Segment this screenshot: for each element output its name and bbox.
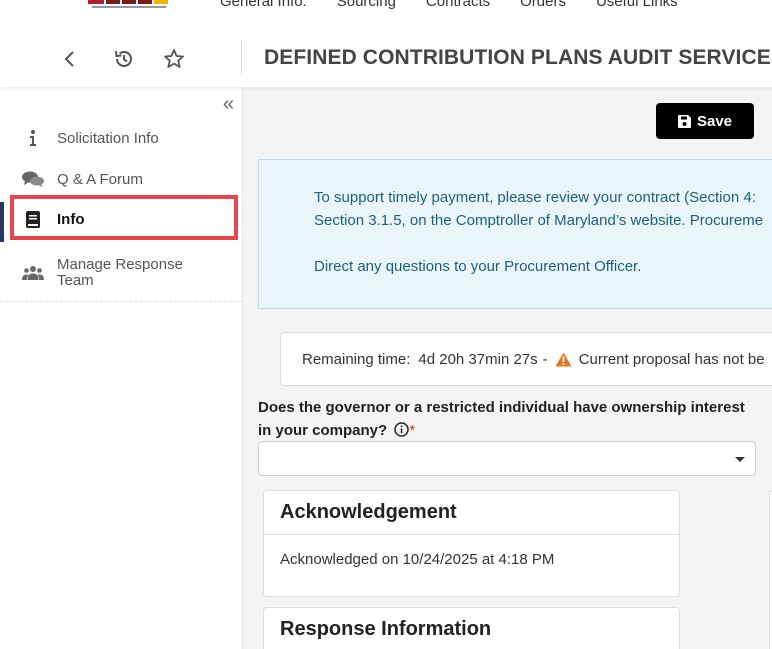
warning-icon <box>555 352 572 366</box>
save-button[interactable]: Save <box>656 103 754 139</box>
remaining-time-label: Remaining time: <box>302 350 411 368</box>
proposal-warning-text: Current proposal has not be <box>578 350 765 368</box>
question-text: Does the governor or a restricted indivi… <box>258 399 745 439</box>
star-icon[interactable] <box>162 47 186 71</box>
notice-line-3: Direct any questions to your Procurement… <box>314 258 642 275</box>
chevron-down-icon <box>735 457 745 462</box>
history-icon[interactable] <box>112 47 136 71</box>
sidebar-item-solicitation-info[interactable]: Solicitation Info <box>0 118 242 158</box>
remaining-time-value: 4d 20h 37min 27s <box>418 350 538 368</box>
info-icon <box>21 129 45 147</box>
sidebar-item-label: Q & A Forum <box>57 170 143 188</box>
sidebar-divider <box>0 301 242 302</box>
sidebar-item-info[interactable]: Info <box>0 199 242 239</box>
save-button-label: Save <box>696 112 733 130</box>
nav-general-info[interactable]: General Info. <box>220 0 307 10</box>
timer-separator: - <box>542 350 548 368</box>
acknowledgement-card: Acknowledgement Acknowledged on 10/24/20… <box>263 490 680 597</box>
title-divider <box>241 40 242 75</box>
response-information-card: Response Information <box>263 607 680 649</box>
notice-line-1: To support timely payment, please review… <box>314 189 756 206</box>
nav-sourcing[interactable]: Sourcing <box>337 0 396 10</box>
required-asterisk: * <box>409 422 416 439</box>
sidebar-item-label: Info <box>57 210 85 228</box>
payment-notice-banner: To support timely payment, please review… <box>258 159 772 309</box>
back-arrow-icon[interactable] <box>58 47 82 71</box>
sidebar-item-label: Manage Response Team <box>57 256 183 289</box>
acknowledgement-text: Acknowledged on 10/24/2025 at 4:18 PM <box>280 551 555 568</box>
notice-line-2: Section 3.1.5, on the Comptroller of Mar… <box>314 212 764 229</box>
top-navigation-bar: General Info. Sourcing Contracts Orders … <box>0 0 772 31</box>
sidebar-item-qa-forum[interactable]: Q & A Forum <box>0 159 242 199</box>
book-icon <box>21 210 45 228</box>
emma-logo <box>86 0 172 10</box>
chat-bubbles-icon <box>21 171 45 187</box>
remaining-time-panel: Remaining time: 4d 20h 37min 27s - Curre… <box>280 332 772 386</box>
sidebar-item-manage-response-team[interactable]: Manage Response Team <box>0 253 242 293</box>
sidebar-item-label: Solicitation Info <box>57 129 159 147</box>
collapse-sidebar-icon[interactable]: « <box>223 93 234 116</box>
title-bar: DEFINED CONTRIBUTION PLANS AUDIT SERVICE… <box>0 30 772 87</box>
nav-useful-links[interactable]: Useful Links <box>596 0 678 10</box>
nav-orders[interactable]: Orders <box>520 0 566 10</box>
response-information-title: Response Information <box>280 618 492 640</box>
sidebar: « Solicitation Info Q & A Forum Info Man… <box>0 87 243 649</box>
people-icon <box>21 265 45 281</box>
ownership-question-label: Does the governor or a restricted indivi… <box>258 396 758 442</box>
ownership-interest-select[interactable] <box>258 441 756 476</box>
main-content: Save To support timely payment, please r… <box>243 87 772 649</box>
nav-contracts[interactable]: Contracts <box>426 0 490 10</box>
info-circle-icon[interactable] <box>394 422 410 437</box>
page-title: DEFINED CONTRIBUTION PLANS AUDIT SERVICE… <box>264 46 772 69</box>
acknowledgement-title: Acknowledgement <box>264 491 679 535</box>
floppy-disk-icon <box>677 114 691 128</box>
